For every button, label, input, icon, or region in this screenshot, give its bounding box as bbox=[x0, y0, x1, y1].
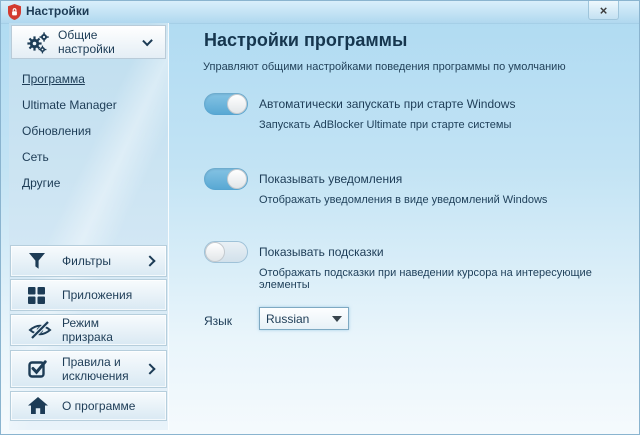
home-icon bbox=[28, 397, 52, 415]
sidebar-card-about[interactable]: О программе bbox=[10, 391, 167, 421]
checkbox-check-icon bbox=[28, 359, 52, 379]
window-title: Настройки bbox=[26, 1, 89, 22]
sidebar-item-updates[interactable]: Обновления bbox=[22, 124, 91, 138]
sidebar-card-applications[interactable]: Приложения bbox=[10, 279, 167, 311]
sidebar: Общие настройки Программа Ultimate Manag… bbox=[9, 23, 169, 430]
close-button[interactable]: × bbox=[588, 1, 619, 20]
eye-off-icon bbox=[28, 320, 52, 340]
sidebar-group-general-settings[interactable]: Общие настройки bbox=[11, 25, 166, 59]
sidebar-item-network[interactable]: Сеть bbox=[22, 150, 49, 164]
sidebar-item-programma[interactable]: Программа bbox=[22, 72, 85, 86]
toggle-autostart-windows[interactable] bbox=[204, 93, 248, 115]
chevron-right-icon bbox=[144, 363, 155, 374]
setting-label-notifications: Показывать уведомления bbox=[259, 172, 402, 186]
setting-label-tooltips: Показывать подсказки bbox=[259, 245, 384, 259]
sidebar-item-other[interactable]: Другие bbox=[22, 176, 60, 190]
page-title: Настройки программы bbox=[204, 30, 407, 51]
setting-desc-notifications: Отображать уведомления в виде уведомлени… bbox=[259, 194, 547, 206]
sidebar-item-ultimate-manager[interactable]: Ultimate Manager bbox=[22, 98, 117, 112]
sidebar-card-rules-exceptions[interactable]: Правила и исключения bbox=[10, 350, 167, 388]
gears-icon bbox=[26, 30, 50, 54]
toggle-show-tooltips[interactable] bbox=[204, 241, 248, 263]
setting-desc-tooltips: Отображать подсказки при наведении курсо… bbox=[259, 267, 639, 291]
page-subtitle: Управляют общими настройками поведения п… bbox=[203, 61, 566, 73]
settings-window: Настройки × bbox=[0, 0, 640, 435]
titlebar: Настройки × bbox=[1, 1, 639, 24]
apps-grid-icon bbox=[28, 287, 52, 304]
language-select[interactable]: Russian bbox=[259, 307, 349, 330]
toggle-knob bbox=[227, 94, 247, 114]
language-selected-value: Russian bbox=[266, 312, 309, 326]
sidebar-card-ghost-mode[interactable]: Режим призрака bbox=[10, 314, 167, 346]
language-label: Язык bbox=[204, 314, 232, 328]
setting-desc-autostart: Запускать AdBlocker Ultimate при старте … bbox=[259, 119, 511, 131]
chevron-right-icon bbox=[144, 255, 155, 266]
setting-label-autostart: Автоматически запускать при старте Windo… bbox=[259, 97, 515, 111]
sidebar-card-filters[interactable]: Фильтры bbox=[10, 245, 167, 277]
sidebar-group-label: Общие настройки bbox=[58, 28, 144, 56]
toggle-show-notifications[interactable] bbox=[204, 168, 248, 190]
toggle-knob bbox=[227, 169, 247, 189]
toggle-knob bbox=[205, 242, 225, 262]
app-shield-icon bbox=[8, 4, 21, 20]
dropdown-arrow-icon bbox=[332, 316, 342, 322]
close-icon: × bbox=[600, 3, 608, 18]
filter-icon bbox=[28, 252, 52, 270]
